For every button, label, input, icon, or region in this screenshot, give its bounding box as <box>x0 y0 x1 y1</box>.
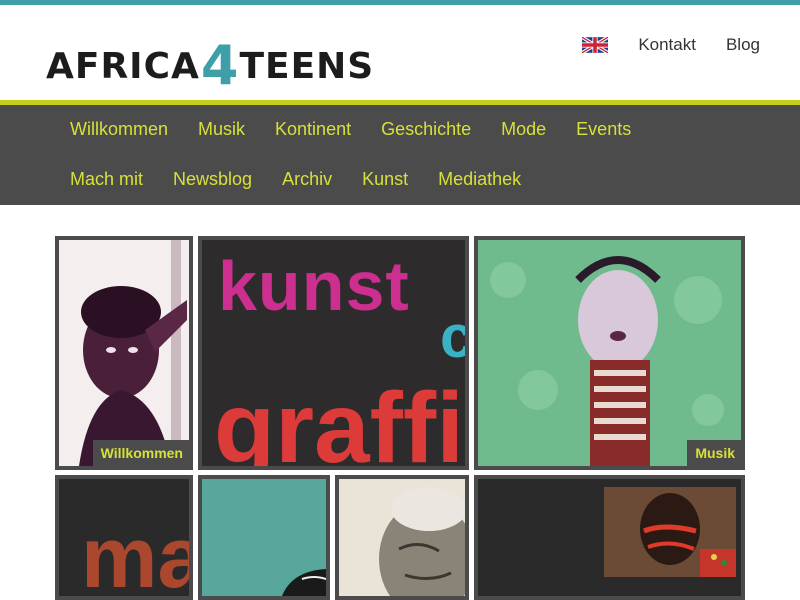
art-text-c: c <box>440 302 465 371</box>
site-header: AFRICA 4 TEENS Kontakt Blog <box>0 5 800 100</box>
header-link-kontakt[interactable]: Kontakt <box>638 35 696 55</box>
news-thumbnail <box>604 487 736 577</box>
nav-item-musik[interactable]: Musik <box>198 119 245 140</box>
nav-item-archiv[interactable]: Archiv <box>282 169 332 190</box>
nav-item-mode[interactable]: Mode <box>501 119 546 140</box>
nav-item-newsblog[interactable]: Newsblog <box>173 169 252 190</box>
tile-willkommen[interactable]: Willkommen <box>55 236 193 470</box>
art-text-graffiti: graffi <box>214 372 464 470</box>
news-thumbnail-image <box>604 487 736 577</box>
tile-label-musik: Musik <box>687 440 741 466</box>
header-links: Kontakt Blog <box>582 35 760 55</box>
nav-item-kunst[interactable]: Kunst <box>362 169 408 190</box>
tile-mode[interactable]: ma <box>55 475 193 600</box>
tile-musik[interactable]: Musik <box>474 236 745 470</box>
elder-portrait-image <box>339 479 465 596</box>
nav-item-events[interactable]: Events <box>576 119 631 140</box>
tile-news[interactable] <box>474 475 745 600</box>
site-logo[interactable]: AFRICA 4 TEENS <box>46 27 375 93</box>
nav-row-1: Willkommen Musik Kontinent Geschichte Mo… <box>70 119 661 140</box>
art-text-kunst: kunst <box>218 247 410 325</box>
main-navigation: Willkommen Musik Kontinent Geschichte Mo… <box>0 100 800 205</box>
logo-text-teens: TEENS <box>239 46 375 87</box>
tile-label-willkommen: Willkommen <box>92 440 189 466</box>
uk-flag-icon[interactable] <box>582 37 609 53</box>
portrait-image <box>59 240 189 466</box>
logo-text-africa: AFRICA <box>46 46 200 87</box>
tile-kunst[interactable]: kunst c graffi <box>198 236 469 470</box>
singer-image <box>478 240 741 466</box>
art-text-ma: ma <box>81 510 193 600</box>
logo-text-4: 4 <box>200 34 239 97</box>
nav-item-geschichte[interactable]: Geschichte <box>381 119 471 140</box>
tile-elder-portrait[interactable] <box>335 475 469 600</box>
tile-teal-image[interactable] <box>198 475 330 600</box>
teal-image <box>202 479 326 596</box>
nav-item-kontinent[interactable]: Kontinent <box>275 119 351 140</box>
nav-item-willkommen[interactable]: Willkommen <box>70 119 168 140</box>
nav-item-mach-mit[interactable]: Mach mit <box>70 169 143 190</box>
nav-row-2: Mach mit Newsblog Archiv Kunst Mediathek <box>70 169 551 190</box>
nav-item-mediathek[interactable]: Mediathek <box>438 169 521 190</box>
header-link-blog[interactable]: Blog <box>726 35 760 55</box>
